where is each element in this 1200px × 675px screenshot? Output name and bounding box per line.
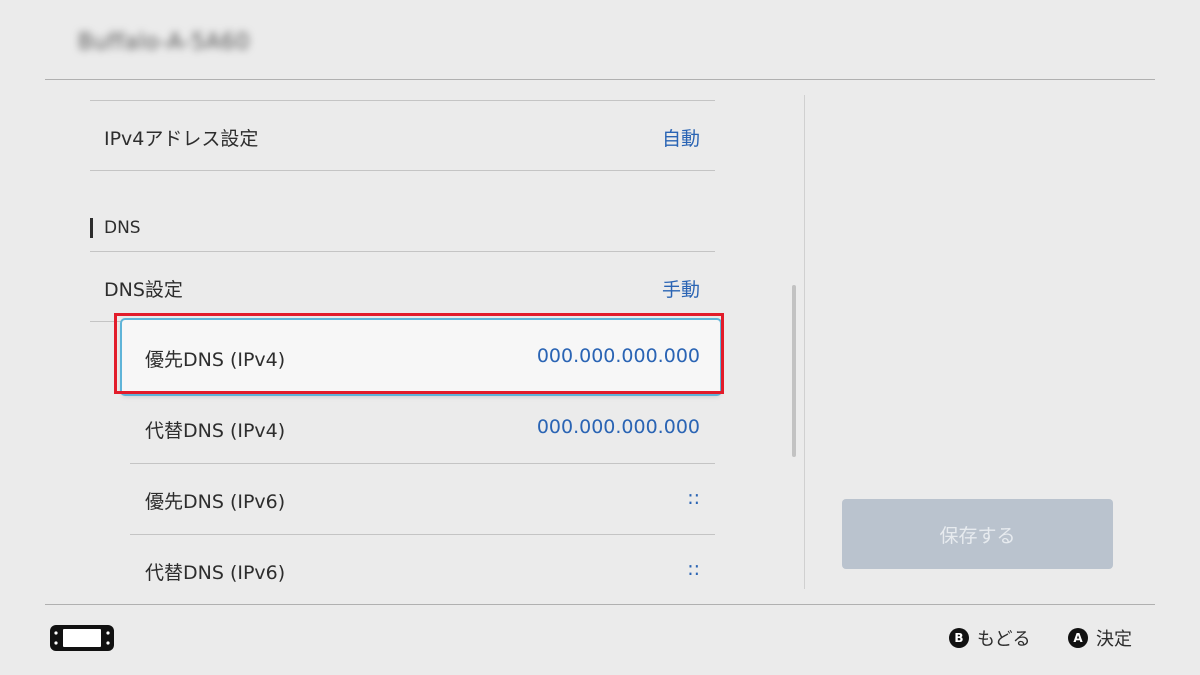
header-divider (45, 79, 1155, 80)
dns-setting-value: 手動 (661, 279, 700, 301)
ipv4-address-value: 自動 (661, 128, 700, 150)
secondary-dns-ipv4-value: 000.000.000.000 (536, 416, 700, 438)
ipv4-address-label: IPv4アドレス設定 (104, 128, 259, 150)
primary-dns-ipv4-row[interactable]: 優先DNS (IPv4) 000.000.000.000 (122, 320, 720, 394)
back-action[interactable]: B もどる (949, 625, 1031, 651)
list-divider (90, 251, 715, 252)
dns-section-heading: DNS (104, 218, 141, 238)
dns-setting-label: DNS設定 (104, 279, 183, 301)
secondary-dns-ipv4-label: 代替DNS (IPv4) (145, 420, 286, 442)
network-name-title: Buffalo-A-5A60 (78, 30, 250, 55)
list-divider (130, 534, 715, 535)
save-button[interactable]: 保存する (842, 499, 1113, 569)
primary-dns-ipv4-label: 優先DNS (IPv4) (145, 349, 286, 371)
secondary-dns-ipv6-value: :: (687, 558, 700, 580)
console-icon (50, 625, 114, 651)
panel-divider (804, 95, 805, 589)
list-divider (90, 170, 715, 171)
primary-dns-ipv6-value: :: (687, 487, 700, 509)
a-button-icon: A (1068, 628, 1088, 648)
confirm-label: 決定 (1096, 629, 1132, 650)
secondary-dns-ipv6-label: 代替DNS (IPv6) (145, 562, 286, 584)
primary-dns-ipv6-label: 優先DNS (IPv6) (145, 491, 286, 513)
primary-dns-ipv4-value: 000.000.000.000 (536, 345, 700, 367)
b-button-icon: B (949, 628, 969, 648)
back-label: もどる (977, 629, 1031, 650)
confirm-action[interactable]: A 決定 (1068, 625, 1132, 651)
scrollbar[interactable] (792, 285, 796, 457)
section-marker (90, 218, 93, 238)
list-divider (90, 100, 715, 101)
list-divider (130, 463, 715, 464)
footer-divider (45, 604, 1155, 605)
